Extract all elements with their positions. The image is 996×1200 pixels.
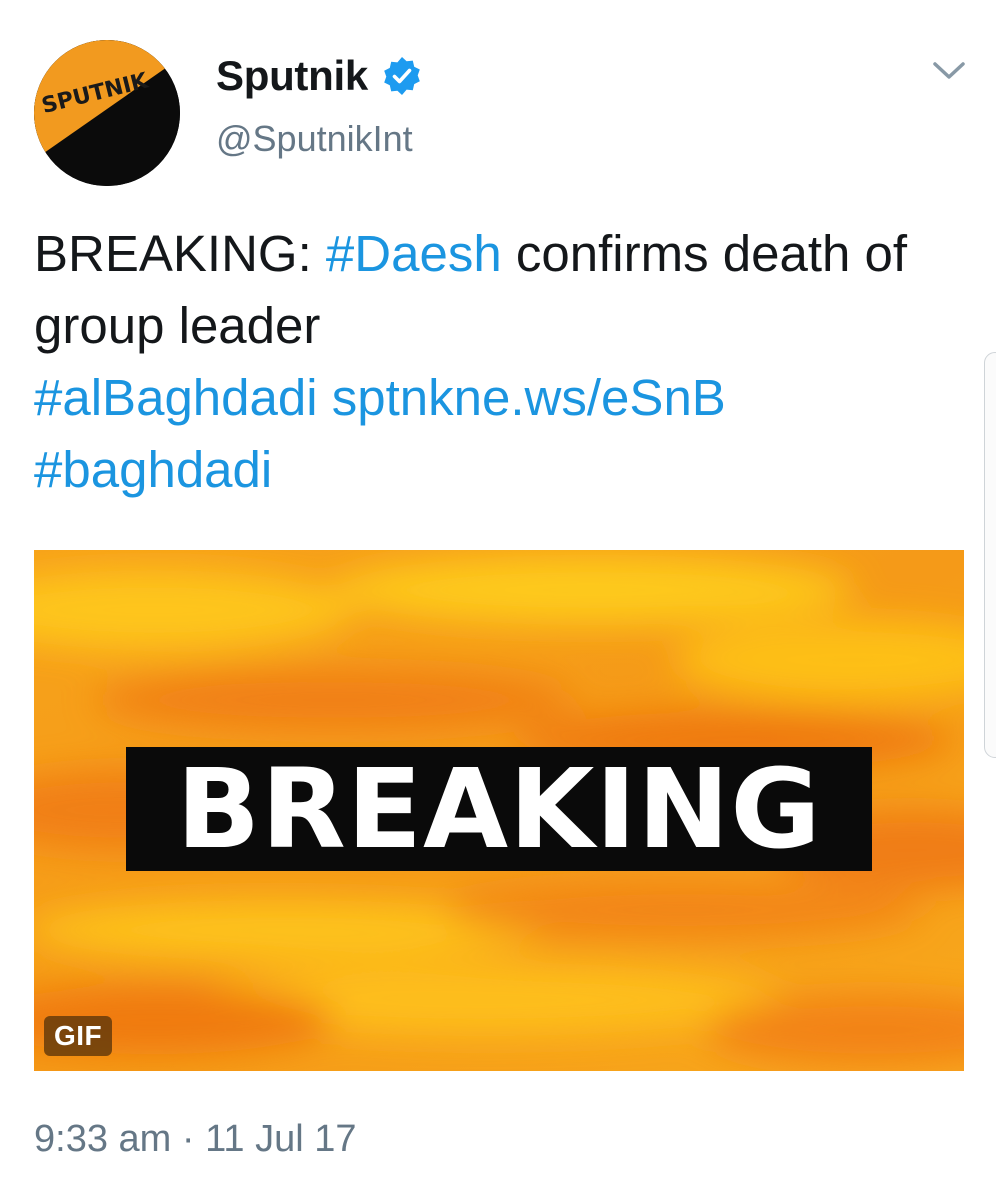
display-name[interactable]: Sputnik: [216, 52, 422, 100]
short-link[interactable]: sptnkne.ws/eSnB: [332, 369, 726, 426]
tweet-card: SPUTNIK Sputnik @SputnikInt BREAKING: #D…: [0, 0, 996, 1200]
breaking-banner: BREAKING: [126, 747, 872, 871]
tweet-text: BREAKING: #Daesh confirms death of group…: [34, 218, 934, 506]
hashtag-baghdadi[interactable]: #baghdadi: [34, 441, 272, 498]
chevron-down-icon[interactable]: [930, 58, 968, 84]
author-handle[interactable]: @SputnikInt: [216, 118, 413, 160]
hashtag-albaghdadi[interactable]: #alBaghdadi: [34, 369, 318, 426]
sputnik-logo-icon: SPUTNIK: [34, 40, 180, 186]
tweet-timestamp[interactable]: 9:33 am · 11 Jul 17: [34, 1118, 356, 1161]
hashtag-daesh[interactable]: #Daesh: [326, 225, 502, 282]
breaking-banner-text: BREAKING: [176, 745, 822, 873]
text-prefix: BREAKING:: [34, 225, 326, 282]
verified-badge-icon: [384, 57, 420, 95]
text-space: [318, 369, 332, 426]
scrollbar[interactable]: [984, 352, 996, 758]
gif-badge: GIF: [44, 1016, 113, 1056]
author-name: Sputnik: [216, 52, 368, 99]
media-gif[interactable]: BREAKING GIF: [34, 550, 964, 1071]
avatar[interactable]: SPUTNIK: [34, 40, 180, 186]
